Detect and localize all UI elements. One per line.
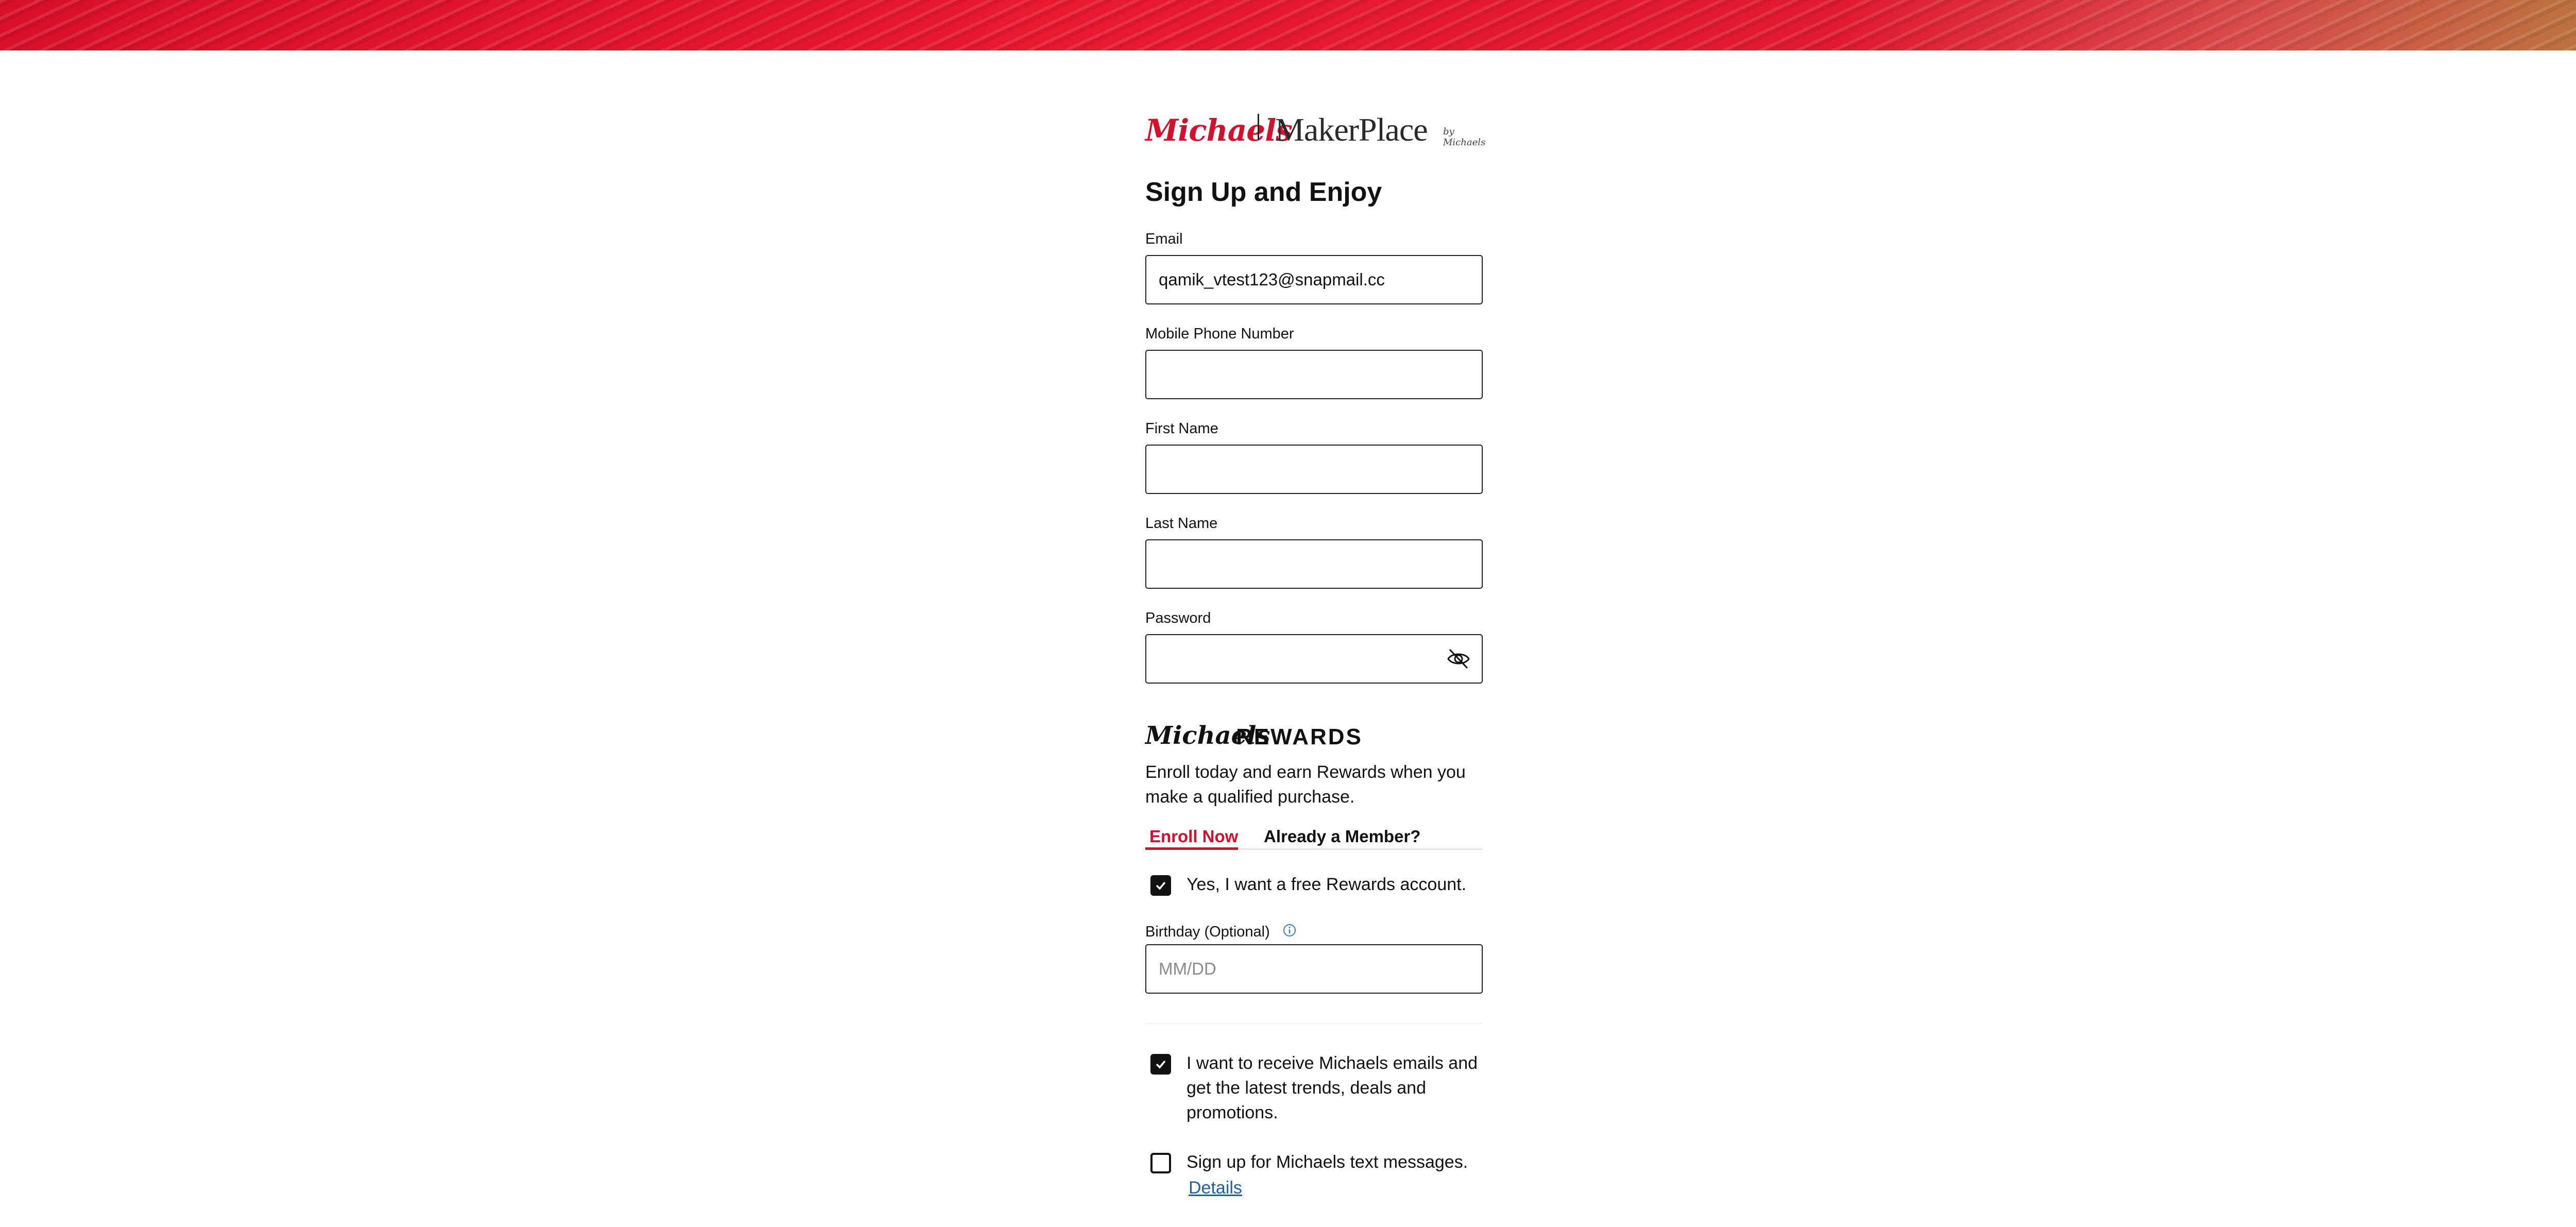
michaels-logo: Michaels: [1145, 113, 1293, 148]
phone-field[interactable]: [1145, 350, 1483, 399]
hero-banner: [0, 0, 2576, 50]
rewards-logo: Michaels REWARDS: [1145, 721, 1363, 750]
phone-label: Mobile Phone Number: [1145, 326, 1294, 342]
active-tab-indicator: [1145, 847, 1238, 850]
rewards-tabs: Enroll Now Already a Member?: [1145, 827, 1483, 850]
first-name-label: First Name: [1145, 420, 1218, 437]
checkmark-icon: [1156, 881, 1166, 890]
by-michaels-logo: by Michaels: [1443, 126, 1486, 148]
last-name-field[interactable]: [1145, 539, 1483, 589]
email-consent-checkbox[interactable]: [1150, 1054, 1171, 1075]
text-consent-label: Sign up for Michaels text messages.: [1187, 1152, 1468, 1172]
last-name-label: Last Name: [1145, 515, 1218, 532]
email-consent-label: I want to receive Michaels emails and ge…: [1187, 1053, 1478, 1122]
info-icon[interactable]: [1282, 923, 1297, 938]
free-account-label: Yes, I want a free Rewards account.: [1187, 875, 1467, 894]
checkmark-icon: [1156, 1060, 1166, 1069]
email-field[interactable]: qamik_vtest123@snapmail.cc: [1145, 255, 1483, 304]
free-account-checkbox[interactable]: [1150, 875, 1171, 896]
first-name-field[interactable]: [1145, 445, 1483, 494]
password-field[interactable]: [1145, 634, 1483, 684]
logo-divider: [1258, 114, 1259, 140]
makerplace-logo: MakerPlace: [1275, 111, 1428, 148]
tab-enroll-now[interactable]: Enroll Now: [1149, 827, 1238, 848]
password-label: Password: [1145, 610, 1211, 626]
rewards-description: Enroll today and earn Rewards when you m…: [1145, 762, 1466, 807]
page-title: Sign Up and Enjoy: [1145, 177, 1382, 207]
details-link[interactable]: Details: [1189, 1178, 1242, 1198]
birthday-field[interactable]: MM/DD: [1145, 944, 1483, 994]
eye-off-icon[interactable]: [1447, 647, 1470, 670]
tab-already-member[interactable]: Already a Member?: [1264, 827, 1420, 848]
rewards-logo-text: REWARDS: [1236, 724, 1363, 749]
section-divider: [1145, 1023, 1483, 1024]
email-label: Email: [1145, 231, 1183, 247]
brand-logo: Michaels MakerPlace by Michaels: [1145, 111, 1485, 148]
birthday-label: Birthday (Optional): [1145, 924, 1270, 940]
text-consent-checkbox[interactable]: [1150, 1153, 1171, 1173]
